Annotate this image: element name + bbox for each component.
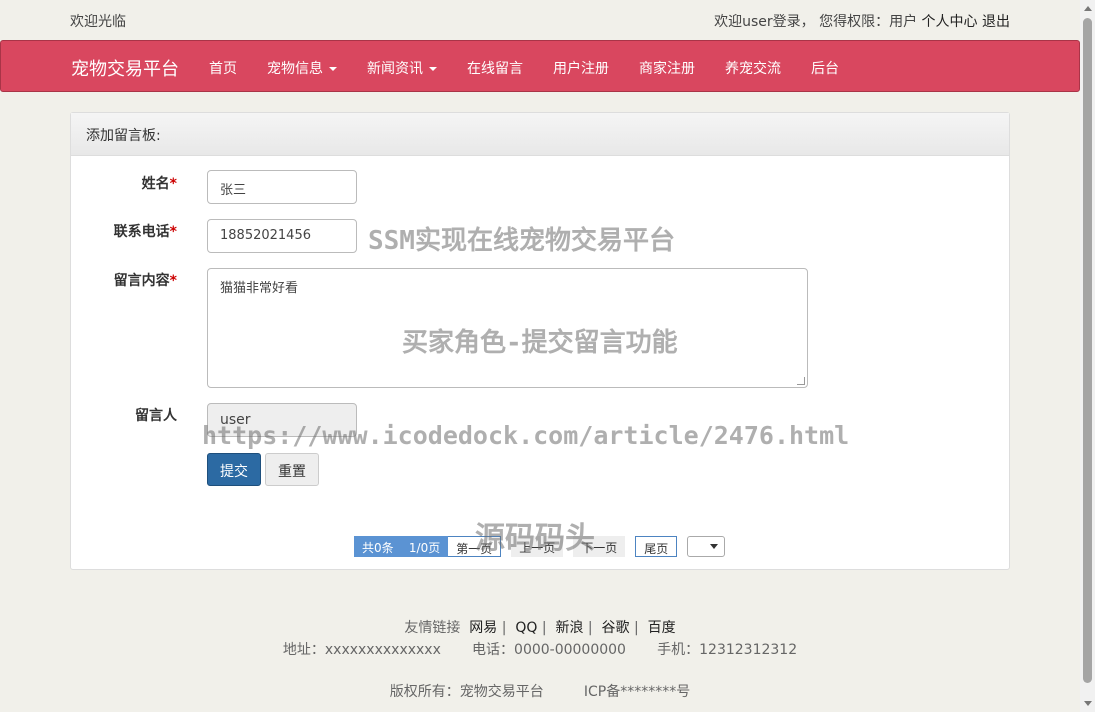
scroll-up-icon[interactable] bbox=[1084, 6, 1092, 11]
nav-item-user-register[interactable]: 用户注册 bbox=[553, 58, 609, 78]
footer-copyright: 版权所有：宠物交易平台 bbox=[389, 684, 544, 700]
pager-total: 共0条 1/0页 bbox=[354, 536, 449, 557]
top-bar: 欢迎光临 欢迎user登录， 您得权限：用户 个人中心 退出 bbox=[0, 0, 1080, 40]
friend-links: 友情链接 网易 | QQ | 新浪 | 谷歌 | 百度 bbox=[0, 617, 1080, 637]
phone-input[interactable]: 18852021456 bbox=[207, 219, 357, 253]
page-select[interactable] bbox=[687, 536, 726, 557]
nav-item-pet-info[interactable]: 宠物信息 bbox=[267, 58, 337, 78]
watermark-subtitle: 买家角色-提交留言功能 bbox=[402, 328, 678, 358]
caret-down-icon bbox=[429, 67, 437, 71]
link-baidu[interactable]: 百度 bbox=[648, 620, 676, 636]
footer-mobile: 手机：12312312312 bbox=[657, 642, 798, 658]
nav-item-news[interactable]: 新闻资讯 bbox=[367, 58, 437, 78]
submit-button[interactable]: 提交 bbox=[207, 453, 261, 486]
nav-item-admin[interactable]: 后台 bbox=[811, 58, 839, 78]
link-google[interactable]: 谷歌 bbox=[602, 620, 630, 636]
user-center-link[interactable]: 个人中心 bbox=[922, 14, 978, 30]
content-text: 猫猫非常好看 bbox=[220, 281, 299, 296]
name-input[interactable]: 张三 bbox=[207, 170, 357, 204]
footer-address: 地址：xxxxxxxxxxxxxx bbox=[282, 642, 441, 658]
link-163[interactable]: 网易 bbox=[469, 620, 497, 636]
link-separator: | bbox=[501, 620, 507, 636]
panel-heading: 添加留言板: bbox=[71, 113, 1009, 156]
link-qq[interactable]: QQ bbox=[515, 620, 537, 636]
caret-down-icon bbox=[329, 67, 337, 71]
logout-link[interactable]: 退出 bbox=[982, 14, 1010, 30]
nav-item-home[interactable]: 首页 bbox=[209, 58, 237, 78]
chevron-down-icon bbox=[710, 544, 719, 549]
watermark-title: SSM实现在线宠物交易平台 bbox=[368, 226, 675, 256]
welcome-text: 欢迎光临 bbox=[70, 14, 126, 30]
contact-info: 地址：xxxxxxxxxxxxxx 电话：0000-00000000 手机：12… bbox=[0, 639, 1080, 659]
vertical-scrollbar[interactable] bbox=[1080, 0, 1095, 712]
footer-icp: ICP备********号 bbox=[583, 684, 691, 700]
copyright-info: 版权所有：宠物交易平台 ICP备********号 bbox=[0, 681, 1080, 701]
required-mark: * bbox=[169, 224, 177, 240]
reset-button[interactable]: 重置 bbox=[265, 453, 319, 486]
friend-links-label: 友情链接 bbox=[404, 620, 461, 636]
author-label: 留言人 bbox=[135, 408, 177, 424]
watermark-url: https://www.icodedock.com/article/2476.h… bbox=[202, 421, 850, 450]
nav-item-merchant-register[interactable]: 商家注册 bbox=[639, 58, 695, 78]
footer-tel: 电话：0000-00000000 bbox=[472, 642, 626, 658]
nav-menu: 首页 宠物信息 新闻资讯 在线留言 用户注册 商家注册 养宠交流 后台 bbox=[209, 58, 839, 78]
resize-handle[interactable] bbox=[797, 377, 805, 385]
brand-logo[interactable]: 宠物交易平台 bbox=[71, 55, 179, 81]
user-status: 欢迎user登录， 您得权限：用户 个人中心 退出 bbox=[714, 11, 1010, 31]
link-separator: | bbox=[587, 620, 593, 636]
required-mark: * bbox=[169, 273, 177, 289]
content-label: 留言内容* bbox=[113, 273, 177, 289]
scroll-down-icon[interactable] bbox=[1084, 701, 1092, 706]
pager-last[interactable]: 尾页 bbox=[635, 536, 678, 557]
scrollbar-thumb[interactable] bbox=[1083, 18, 1092, 683]
link-separator: | bbox=[541, 620, 547, 636]
watermark-brand: 源码码头 bbox=[475, 521, 595, 556]
nav-item-pet-community[interactable]: 养宠交流 bbox=[725, 58, 781, 78]
name-label: 姓名* bbox=[141, 176, 177, 192]
nav-item-online-message[interactable]: 在线留言 bbox=[467, 58, 523, 78]
phone-label: 联系电话* bbox=[113, 224, 177, 240]
link-sina[interactable]: 新浪 bbox=[555, 620, 583, 636]
login-status-text: 欢迎user登录， 您得权限：用户 bbox=[714, 14, 918, 30]
link-separator: | bbox=[634, 620, 639, 636]
main-navbar: 宠物交易平台 首页 宠物信息 新闻资讯 在线留言 用户注册 商家注册 养宠交流 … bbox=[0, 40, 1080, 92]
required-mark: * bbox=[169, 176, 177, 192]
